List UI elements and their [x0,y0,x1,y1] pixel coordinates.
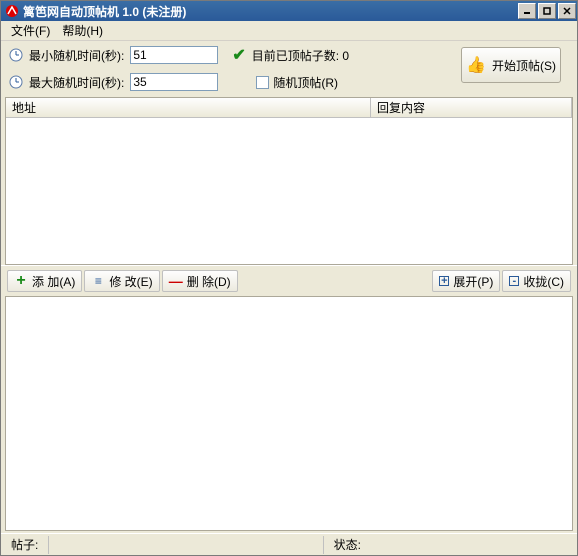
window-title: 篱笆网自动顶帖机 1.0 (未注册) [23,3,517,20]
app-icon [5,4,19,18]
col-header-reply[interactable]: 回复内容 [371,98,572,117]
titlebar: 篱笆网自动顶帖机 1.0 (未注册) [1,1,577,21]
statusbar: 帖子: 状态: [1,533,577,555]
collapse-button[interactable]: - 收拢(C) [502,270,571,292]
edit-button-label: 修 改(E) [109,273,152,290]
clock-icon [9,75,23,89]
detail-panel[interactable] [5,296,573,531]
delete-button[interactable]: — 删 除(D) [162,270,238,292]
random-order-label: 随机顶帖(R) [273,74,338,91]
table-body[interactable] [6,118,572,264]
edit-button[interactable]: ≡ 修 改(E) [84,270,159,292]
plus-icon: + [14,274,28,288]
maximize-button[interactable] [538,3,556,19]
min-time-label: 最小随机时间(秒): [29,47,124,64]
edit-icon: ≡ [91,274,105,288]
status-post-label: 帖子: [7,536,42,553]
minimize-button[interactable] [518,3,536,19]
clock-icon [9,48,23,62]
minus-icon: — [169,274,183,288]
menu-help[interactable]: 帮助(H) [56,20,109,41]
max-time-input[interactable] [130,73,218,91]
start-button-label: 开始顶帖(S) [492,57,556,74]
col-header-address[interactable]: 地址 [6,98,371,117]
min-time-input[interactable] [130,46,218,64]
checkmark-icon: ✔ [232,45,245,65]
posted-count-label: 目前已顶帖子数: 0 [252,47,349,64]
settings-panel: 最小随机时间(秒): ✔ 目前已顶帖子数: 0 最大随机时间(秒): 随机顶帖(… [1,41,577,95]
start-button[interactable]: 👍 开始顶帖(S) [461,47,561,83]
expand-icon: + [439,276,449,286]
collapse-icon: - [509,276,519,286]
add-button[interactable]: + 添 加(A) [7,270,82,292]
status-state-label: 状态: [330,536,365,553]
status-middle [48,536,323,554]
random-order-checkbox[interactable] [256,76,269,89]
expand-button-label: 展开(P) [453,273,493,290]
app-window: 篱笆网自动顶帖机 1.0 (未注册) 文件(F) 帮助(H) 最小随机时间(秒)… [0,0,578,556]
toolbar: + 添 加(A) ≡ 修 改(E) — 删 除(D) + 展开(P) - 收拢(… [1,265,577,296]
window-controls [517,2,577,20]
thumbs-up-icon: 👍 [466,55,486,75]
collapse-button-label: 收拢(C) [523,273,564,290]
menubar: 文件(F) 帮助(H) [1,21,577,41]
max-time-label: 最大随机时间(秒): [29,74,124,91]
url-table: 地址 回复内容 [5,97,573,265]
table-header: 地址 回复内容 [6,98,572,118]
delete-button-label: 删 除(D) [187,273,231,290]
expand-button[interactable]: + 展开(P) [432,270,500,292]
menu-file[interactable]: 文件(F) [5,20,56,41]
add-button-label: 添 加(A) [32,273,75,290]
close-button[interactable] [558,3,576,19]
